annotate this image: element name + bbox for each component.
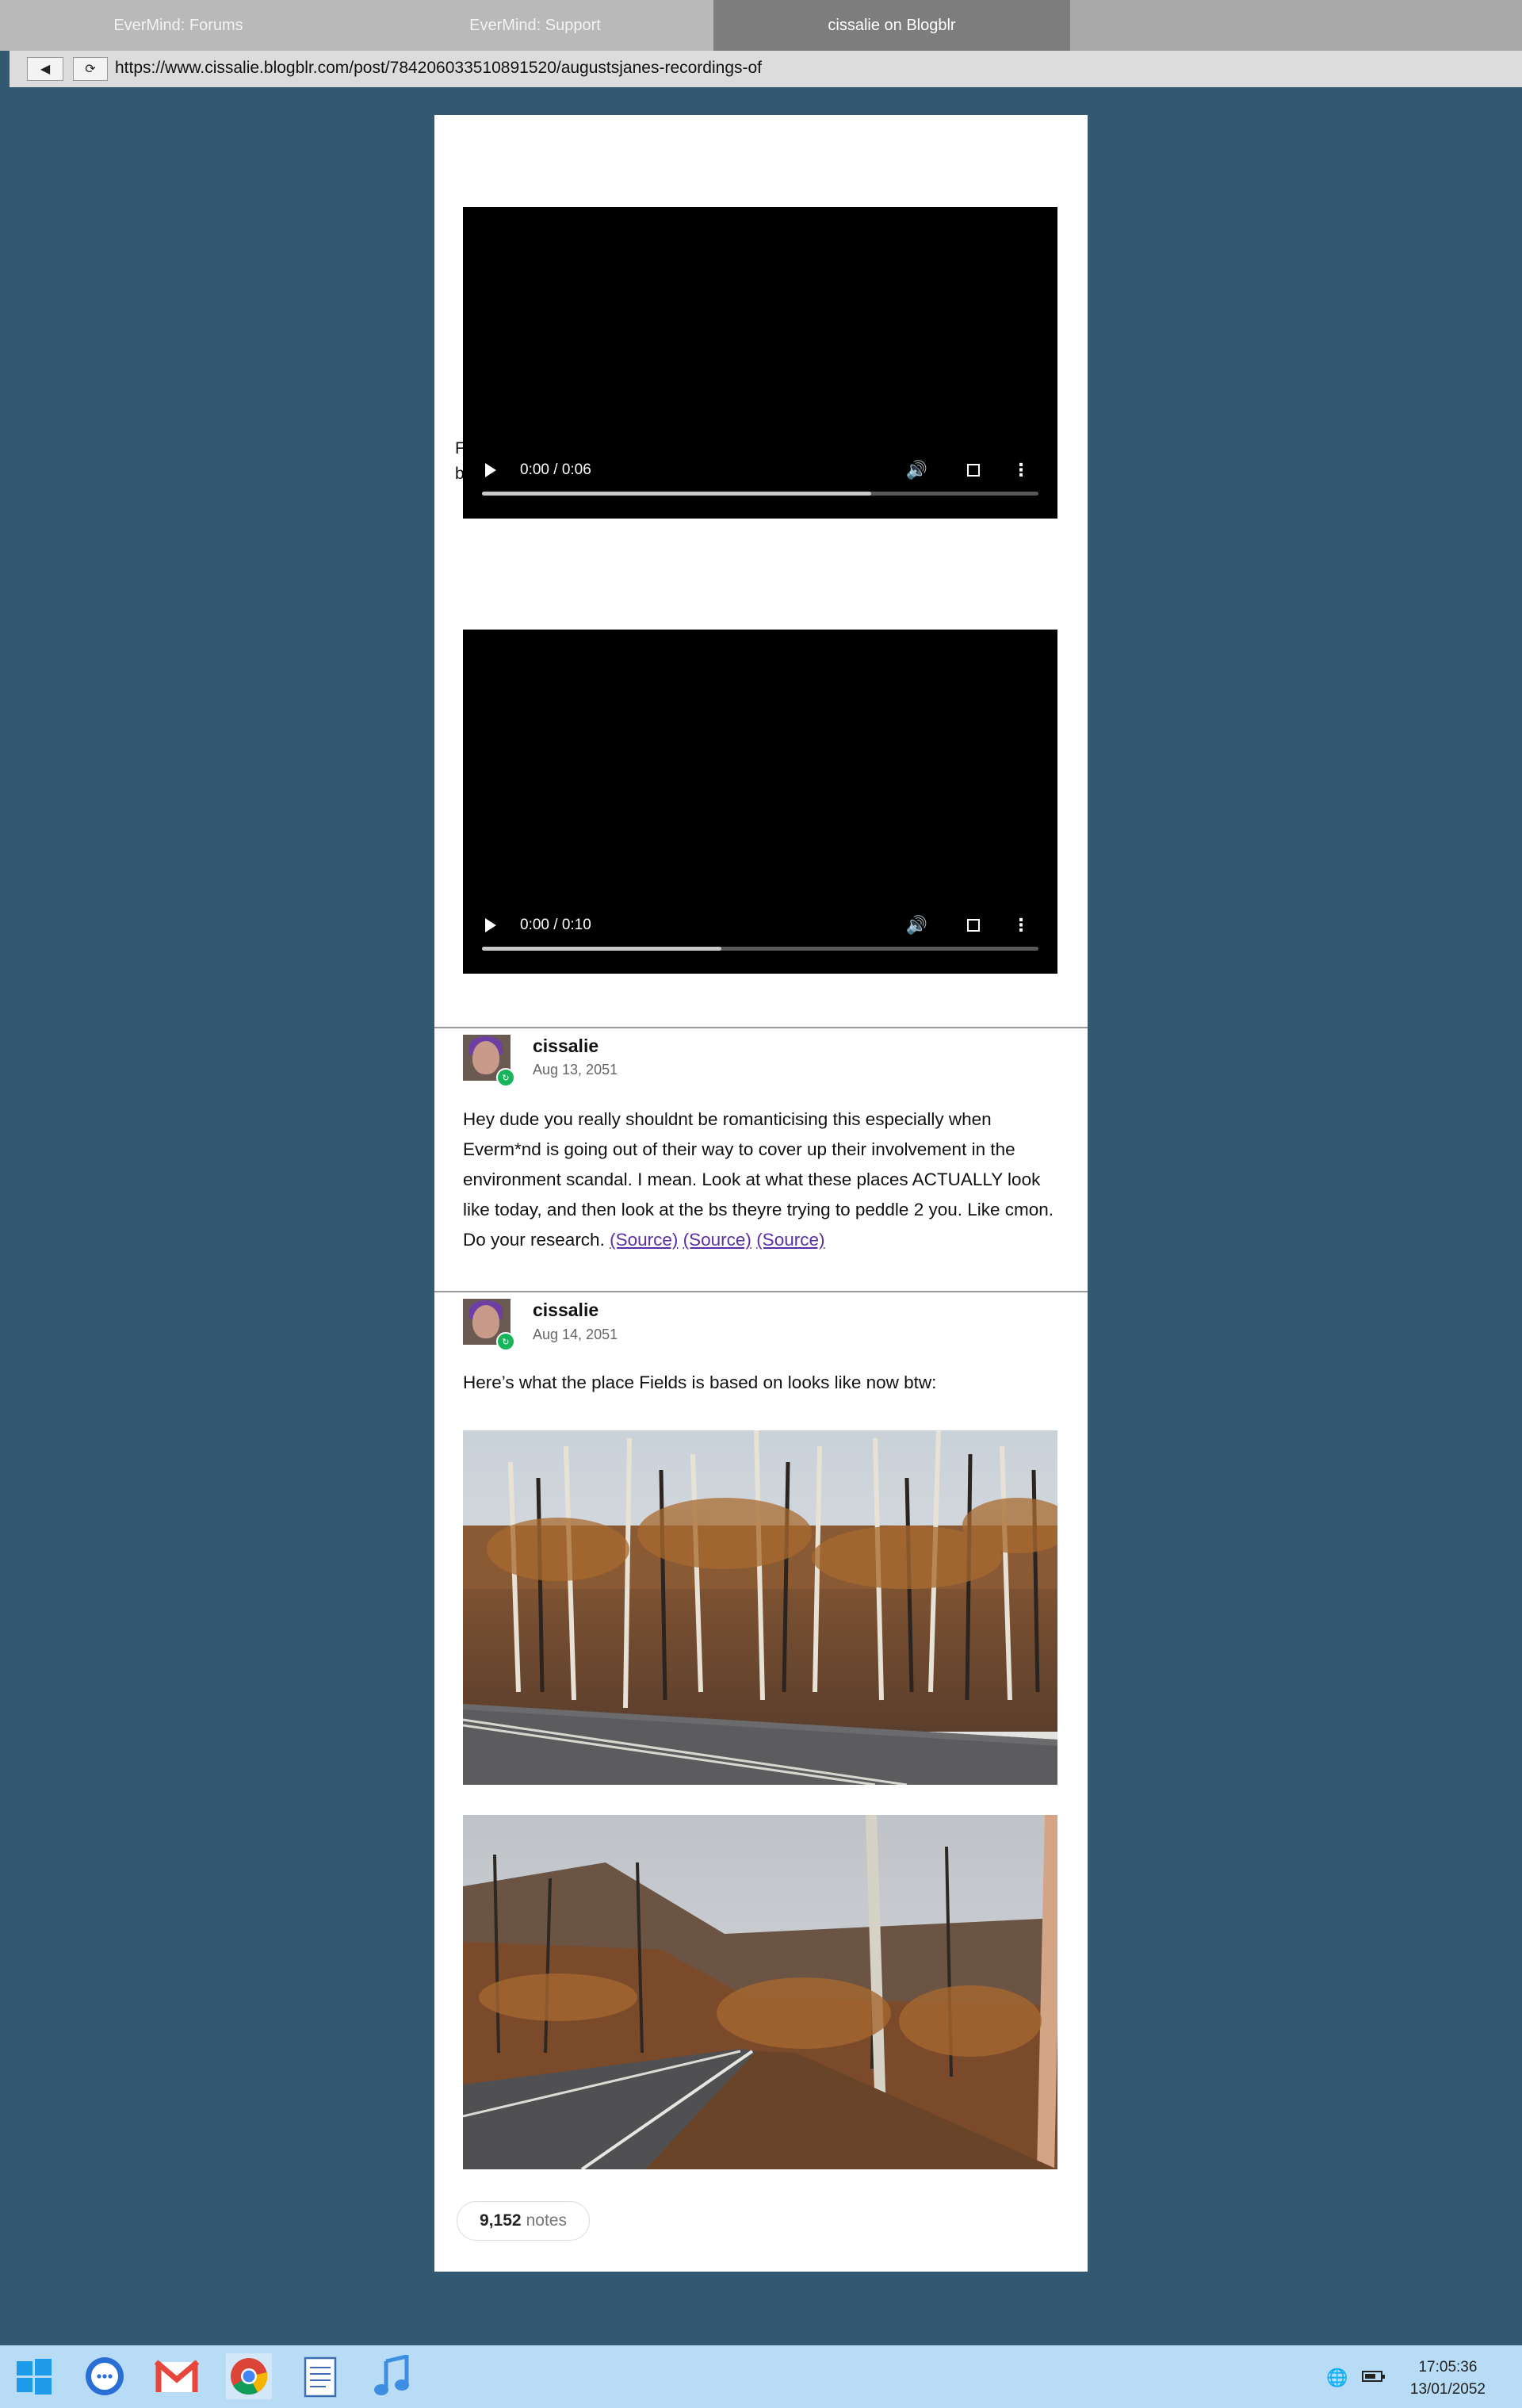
volume-icon[interactable]: 🔊 (906, 460, 927, 480)
notes-label: notes (526, 2211, 567, 2230)
video-controls: 0:00 / 0:10 🔊 ⋮ (463, 913, 1057, 937)
video-buffered (482, 492, 872, 496)
tab-label: EverMind: Forums (113, 16, 243, 34)
music-note-logo (374, 2355, 409, 2395)
video-progress-bar[interactable] (482, 492, 1038, 496)
gmail-logo (155, 2360, 199, 2392)
avatar[interactable]: ↻ (463, 1299, 515, 1351)
clock-date: 13/01/2052 (1409, 2381, 1486, 2398)
notepad-logo (304, 2356, 337, 2398)
tab-evermind-support[interactable]: EverMind: Support (357, 0, 713, 51)
more-options-icon[interactable]: ⋮ (1012, 915, 1030, 936)
reply-username[interactable]: cissalie (533, 1036, 598, 1057)
reblog-icon: ↻ (496, 1068, 515, 1087)
chat-bubble (86, 2357, 124, 2395)
fullscreen-icon[interactable] (967, 919, 980, 932)
avatar[interactable]: ↻ (463, 1035, 515, 1087)
tab-evermind-forums[interactable]: EverMind: Forums (0, 0, 357, 51)
source-link[interactable]: (Source) (610, 1230, 678, 1250)
reply-date: Aug 14, 2051 (533, 1327, 618, 1342)
video-buffered (482, 947, 721, 951)
burnt-forest-photo[interactable] (463, 1430, 1057, 1785)
video-time: 0:00 / 0:10 (520, 917, 591, 933)
photo-image (463, 1430, 1057, 1785)
music-icon[interactable] (369, 2353, 415, 2399)
video-player[interactable]: 0:00 / 0:06 🔊 ⋮ (463, 207, 1057, 519)
reply-body: Hey dude you really shouldnt be romantic… (463, 1109, 1054, 1250)
address-bar-edge (0, 51, 10, 87)
chrome-logo (231, 2358, 268, 2395)
tab-cissalie-blogblr[interactable]: cissalie on Blogblr (713, 0, 1070, 51)
fullscreen-icon[interactable] (967, 464, 980, 477)
gmail-icon[interactable] (154, 2353, 200, 2399)
url-field[interactable]: https://www.cissalie.blogblr.com/post/78… (115, 59, 762, 78)
reply-username[interactable]: cissalie (533, 1300, 598, 1321)
back-arrow-icon: ◀ (40, 63, 51, 76)
avatar-face (472, 1305, 499, 1338)
battery-icon[interactable] (1362, 2371, 1385, 2382)
reload-icon: ⟳ (85, 63, 96, 76)
tab-label: EverMind: Support (469, 16, 601, 34)
taskbar: 🌐 17:05:36 13/01/2052 (0, 2345, 1522, 2408)
source-link[interactable]: (Source) (756, 1230, 824, 1250)
post-card: F brief vid of EverMind's Fields of Aste… (434, 115, 1088, 2272)
video-progress-bar[interactable] (482, 947, 1038, 951)
source-link[interactable]: (Source) (683, 1230, 751, 1250)
play-icon[interactable] (485, 918, 496, 932)
more-options-icon[interactable]: ⋮ (1012, 460, 1030, 480)
photo-image (463, 1815, 1057, 2169)
reply-divider (434, 1291, 1088, 1292)
windows-start-icon[interactable] (11, 2353, 57, 2399)
system-clock[interactable]: 17:05:36 13/01/2052 (1410, 2356, 1486, 2401)
reply-divider (434, 1027, 1088, 1028)
notes-count: 9,152 (480, 2211, 522, 2230)
windows-logo (17, 2359, 52, 2395)
clock-time: 17:05:36 (1418, 2359, 1478, 2375)
tab-bar: EverMind: Forums EverMind: Support cissa… (0, 0, 1522, 51)
battery-level (1365, 2374, 1375, 2379)
avatar-face (472, 1041, 499, 1074)
back-button[interactable]: ◀ (27, 57, 63, 81)
reply-text: Here’s what the place Fields is based on… (463, 1372, 937, 1392)
reply-date: Aug 13, 2051 (533, 1062, 618, 1078)
burnt-road-photo[interactable] (463, 1815, 1057, 2169)
notes-app-icon[interactable] (297, 2353, 343, 2399)
messages-icon[interactable] (82, 2353, 128, 2399)
network-globe-icon[interactable]: 🌐 (1326, 2368, 1348, 2388)
chrome-icon[interactable] (226, 2353, 272, 2399)
volume-icon[interactable]: 🔊 (906, 915, 927, 936)
video-controls: 0:00 / 0:06 🔊 ⋮ (463, 458, 1057, 482)
reblog-icon: ↻ (496, 1332, 515, 1351)
video-time: 0:00 / 0:06 (520, 461, 591, 478)
play-icon[interactable] (485, 463, 496, 477)
reload-button[interactable]: ⟳ (73, 57, 108, 81)
notes-counter[interactable]: 9,152 notes (457, 2201, 590, 2241)
reply-text: Hey dude you really shouldnt be romantic… (463, 1104, 1065, 1255)
address-bar: ◀ ⟳ https://www.cissalie.blogblr.com/pos… (0, 51, 1522, 87)
video-player[interactable]: 0:00 / 0:10 🔊 ⋮ (463, 630, 1057, 974)
tab-label: cissalie on Blogblr (828, 16, 956, 34)
